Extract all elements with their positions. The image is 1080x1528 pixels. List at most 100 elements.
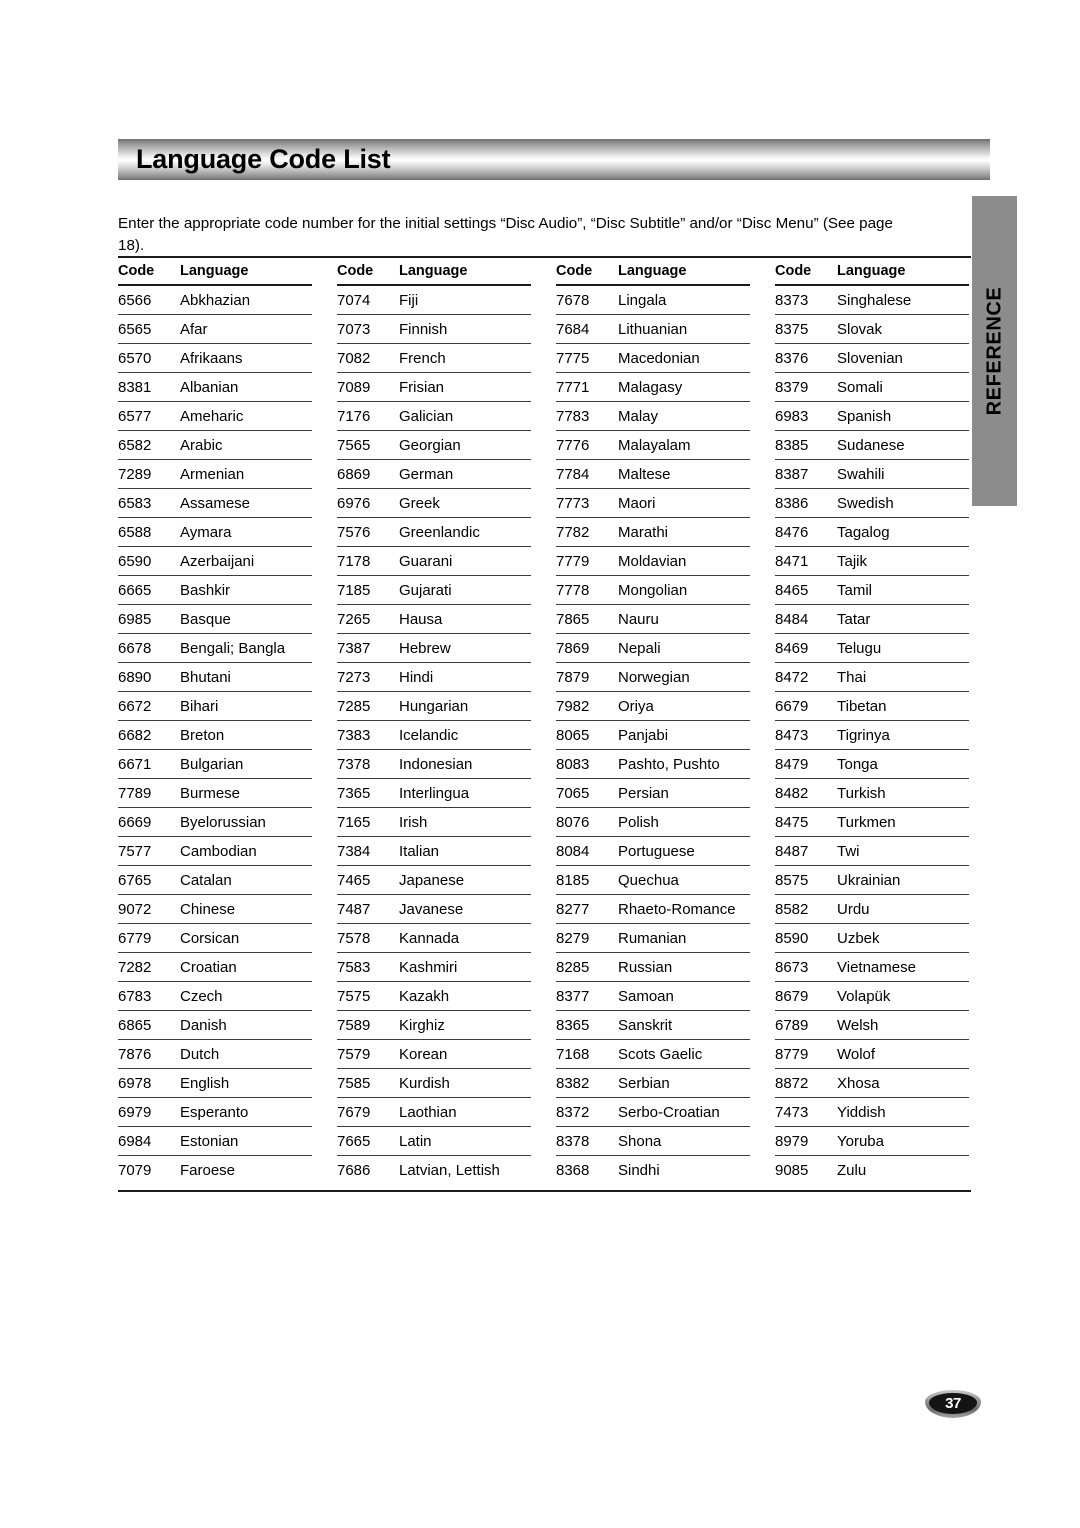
table-row: 8473 Tigrinya: [775, 721, 969, 750]
cell-language: Chinese: [180, 900, 236, 918]
table-row: 7686 Latvian, Lettish: [337, 1156, 531, 1185]
table-row: 8779 Wolof: [775, 1040, 969, 1069]
table-row: 7775 Macedonian: [556, 344, 750, 373]
table-row: 8376 Slovenian: [775, 344, 969, 373]
table-row: 8475 Turkmen: [775, 808, 969, 837]
cell-code: 6789: [775, 1016, 809, 1034]
cell-code: 8372: [556, 1103, 590, 1121]
cell-code: 7089: [337, 378, 371, 396]
cell-language: Quechua: [618, 871, 679, 889]
cell-language: Czech: [180, 987, 223, 1005]
cell-code: 6979: [118, 1103, 152, 1121]
cell-code: 6566: [118, 291, 152, 309]
cell-code: 6765: [118, 871, 152, 889]
table-row: 7576 Greenlandic: [337, 518, 531, 547]
column-header-language: Language: [399, 263, 468, 279]
table-row: 6672 Bihari: [118, 692, 312, 721]
table-row: 8472 Thai: [775, 663, 969, 692]
cell-code: 6983: [775, 407, 809, 425]
cell-code: 8381: [118, 378, 152, 396]
table-row: 8582 Urdu: [775, 895, 969, 924]
cell-code: 8375: [775, 320, 809, 338]
cell-language: Shona: [618, 1132, 662, 1150]
table-row: 7365 Interlingua: [337, 779, 531, 808]
cell-code: 9072: [118, 900, 152, 918]
table-columns: Code Language 6566 Abkhazian 6565 Afar 6570 Afr…: [118, 258, 971, 1185]
cell-code: 7771: [556, 378, 590, 396]
cell-code: 7579: [337, 1045, 371, 1063]
cell-language: Swahili: [837, 465, 885, 483]
cell-language: Afrikaans: [180, 349, 243, 367]
cell-code: 9085: [775, 1162, 809, 1179]
cell-code: 6570: [118, 349, 152, 367]
table-row: 8979 Yoruba: [775, 1127, 969, 1156]
cell-code: 7282: [118, 958, 152, 976]
cell-code: 7465: [337, 871, 371, 889]
table-row: 7079 Faroese: [118, 1156, 312, 1185]
table-row: 6583 Assamese: [118, 489, 312, 518]
cell-language: Tajik: [837, 552, 868, 570]
cell-code: 7779: [556, 552, 590, 570]
table-row: 7684 Lithuanian: [556, 315, 750, 344]
cell-code: 7876: [118, 1045, 152, 1063]
table-column: Code Language 7678 Lingala 7684 Lithuanian 777…: [556, 258, 750, 1185]
cell-code: 7585: [337, 1074, 371, 1092]
cell-code: 7384: [337, 842, 371, 860]
page-title: Language Code List: [136, 144, 391, 174]
table-row: 7578 Kannada: [337, 924, 531, 953]
cell-code: 7185: [337, 581, 371, 599]
table-row: 9072 Chinese: [118, 895, 312, 924]
cell-code: 7773: [556, 494, 590, 512]
cell-code: 6565: [118, 320, 152, 338]
cell-code: 8590: [775, 929, 809, 947]
cell-code: 6669: [118, 813, 152, 831]
cell-code: 6890: [118, 668, 152, 686]
column-header-code: Code: [775, 263, 812, 279]
cell-language: Basque: [180, 610, 231, 628]
table-row: 7869 Nepali: [556, 634, 750, 663]
table-row: 8084 Portuguese: [556, 837, 750, 866]
cell-language: Lithuanian: [618, 320, 688, 338]
cell-language: Marathi: [618, 523, 669, 541]
cell-code: 7065: [556, 784, 590, 802]
cell-code: 8378: [556, 1132, 590, 1150]
cell-language: Tibetan: [837, 697, 887, 715]
cell-language: Tagalog: [837, 523, 890, 541]
cell-language: Indonesian: [399, 755, 473, 773]
cell-code: 8385: [775, 436, 809, 454]
cell-language: Urdu: [837, 900, 870, 918]
cell-code: 7784: [556, 465, 590, 483]
table-row: 6566 Abkhazian: [118, 286, 312, 315]
table-row: 7185 Gujarati: [337, 576, 531, 605]
table-row: 8479 Tonga: [775, 750, 969, 779]
table-row: 7282 Croatian: [118, 953, 312, 982]
table-row: 7579 Korean: [337, 1040, 531, 1069]
table-row: 8465 Tamil: [775, 576, 969, 605]
table-row: 7665 Latin: [337, 1127, 531, 1156]
cell-code: 6779: [118, 929, 152, 947]
cell-language: English: [180, 1074, 230, 1092]
cell-language: Arabic: [180, 436, 223, 454]
cell-language: Slovak: [837, 320, 883, 338]
cell-code: 7165: [337, 813, 371, 831]
table-row: 8076 Polish: [556, 808, 750, 837]
cell-language: Sudanese: [837, 436, 905, 454]
page-number-badge: 37: [925, 1390, 981, 1418]
cell-code: 6869: [337, 465, 371, 483]
cell-code: 7782: [556, 523, 590, 541]
table-header-row: Code Language: [556, 258, 750, 286]
table-row: 7074 Fiji: [337, 286, 531, 315]
cell-code: 7776: [556, 436, 590, 454]
cell-language: Nepali: [618, 639, 661, 657]
cell-language: Esperanto: [180, 1103, 249, 1121]
cell-language: Sindhi: [618, 1162, 660, 1179]
cell-code: 7879: [556, 668, 590, 686]
cell-language: Somali: [837, 378, 883, 396]
cell-language: Maori: [618, 494, 656, 512]
cell-language: Kazakh: [399, 987, 450, 1005]
cell-language: Sanskrit: [618, 1016, 673, 1034]
cell-language: Aymara: [180, 523, 232, 541]
cell-language: Interlingua: [399, 784, 470, 802]
cell-code: 7473: [775, 1103, 809, 1121]
cell-language: Serbo-Croatian: [618, 1103, 720, 1121]
